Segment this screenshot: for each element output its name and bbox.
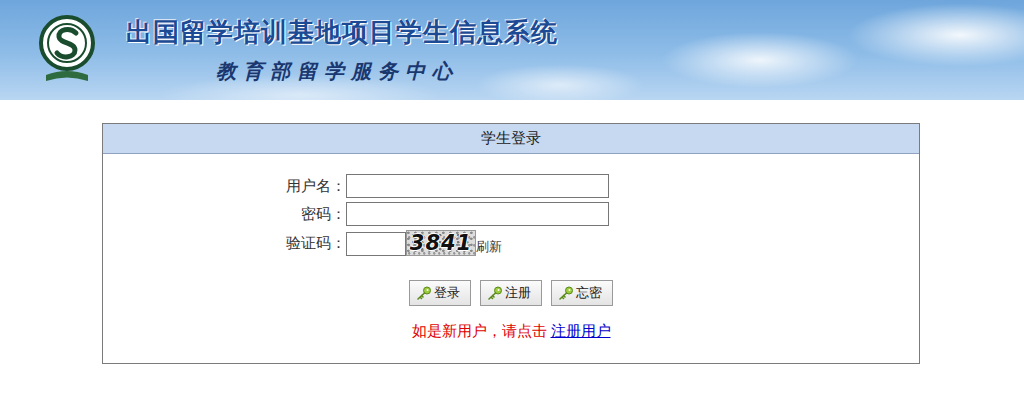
form-button[interactable]: 登录	[409, 280, 471, 306]
field-label: 用户名：	[103, 177, 346, 196]
system-title: 出国留学培训基地项目学生信息系统	[126, 15, 558, 50]
logo-icon	[38, 13, 96, 87]
login-title: 学生登录	[103, 124, 919, 154]
register-link[interactable]: 注册用户	[551, 323, 611, 339]
field-label: 密码：	[103, 205, 346, 224]
captcha-row: 3841刷新	[346, 230, 919, 256]
key-icon	[487, 286, 503, 300]
header-titles: 出国留学培训基地项目学生信息系统教育部留学服务中心	[126, 15, 558, 85]
header-banner: 出国留学培训基地项目学生信息系统教育部留学服务中心	[0, 0, 1024, 100]
page: 出国留学培训基地项目学生信息系统教育部留学服务中心学生登录用户名： 密码： 验证码：…	[0, 0, 1024, 402]
key-icon	[416, 286, 432, 300]
form-button[interactable]: 忘密	[551, 280, 613, 306]
login-form: 用户名：密码：验证码：3841刷新	[103, 154, 919, 256]
username-input[interactable]	[346, 174, 609, 198]
system-subtitle: 教育部留学服务中心	[126, 58, 558, 85]
refresh-link[interactable]: 刷新	[476, 238, 502, 256]
password-input[interactable]	[346, 202, 609, 226]
captcha-input[interactable]	[346, 232, 406, 256]
captcha-image[interactable]: 3841	[406, 230, 476, 256]
button-row: 登录注册忘密	[103, 280, 919, 306]
captcha-label: 验证码：	[103, 234, 346, 253]
form-button[interactable]: 注册	[480, 280, 542, 306]
login-panel: 学生登录用户名：密码：验证码：3841刷新登录注册忘密如是新用户，请点击注册用户	[102, 123, 920, 364]
register-hint: 如是新用户，请点击注册用户	[103, 322, 919, 341]
key-icon	[558, 286, 574, 300]
